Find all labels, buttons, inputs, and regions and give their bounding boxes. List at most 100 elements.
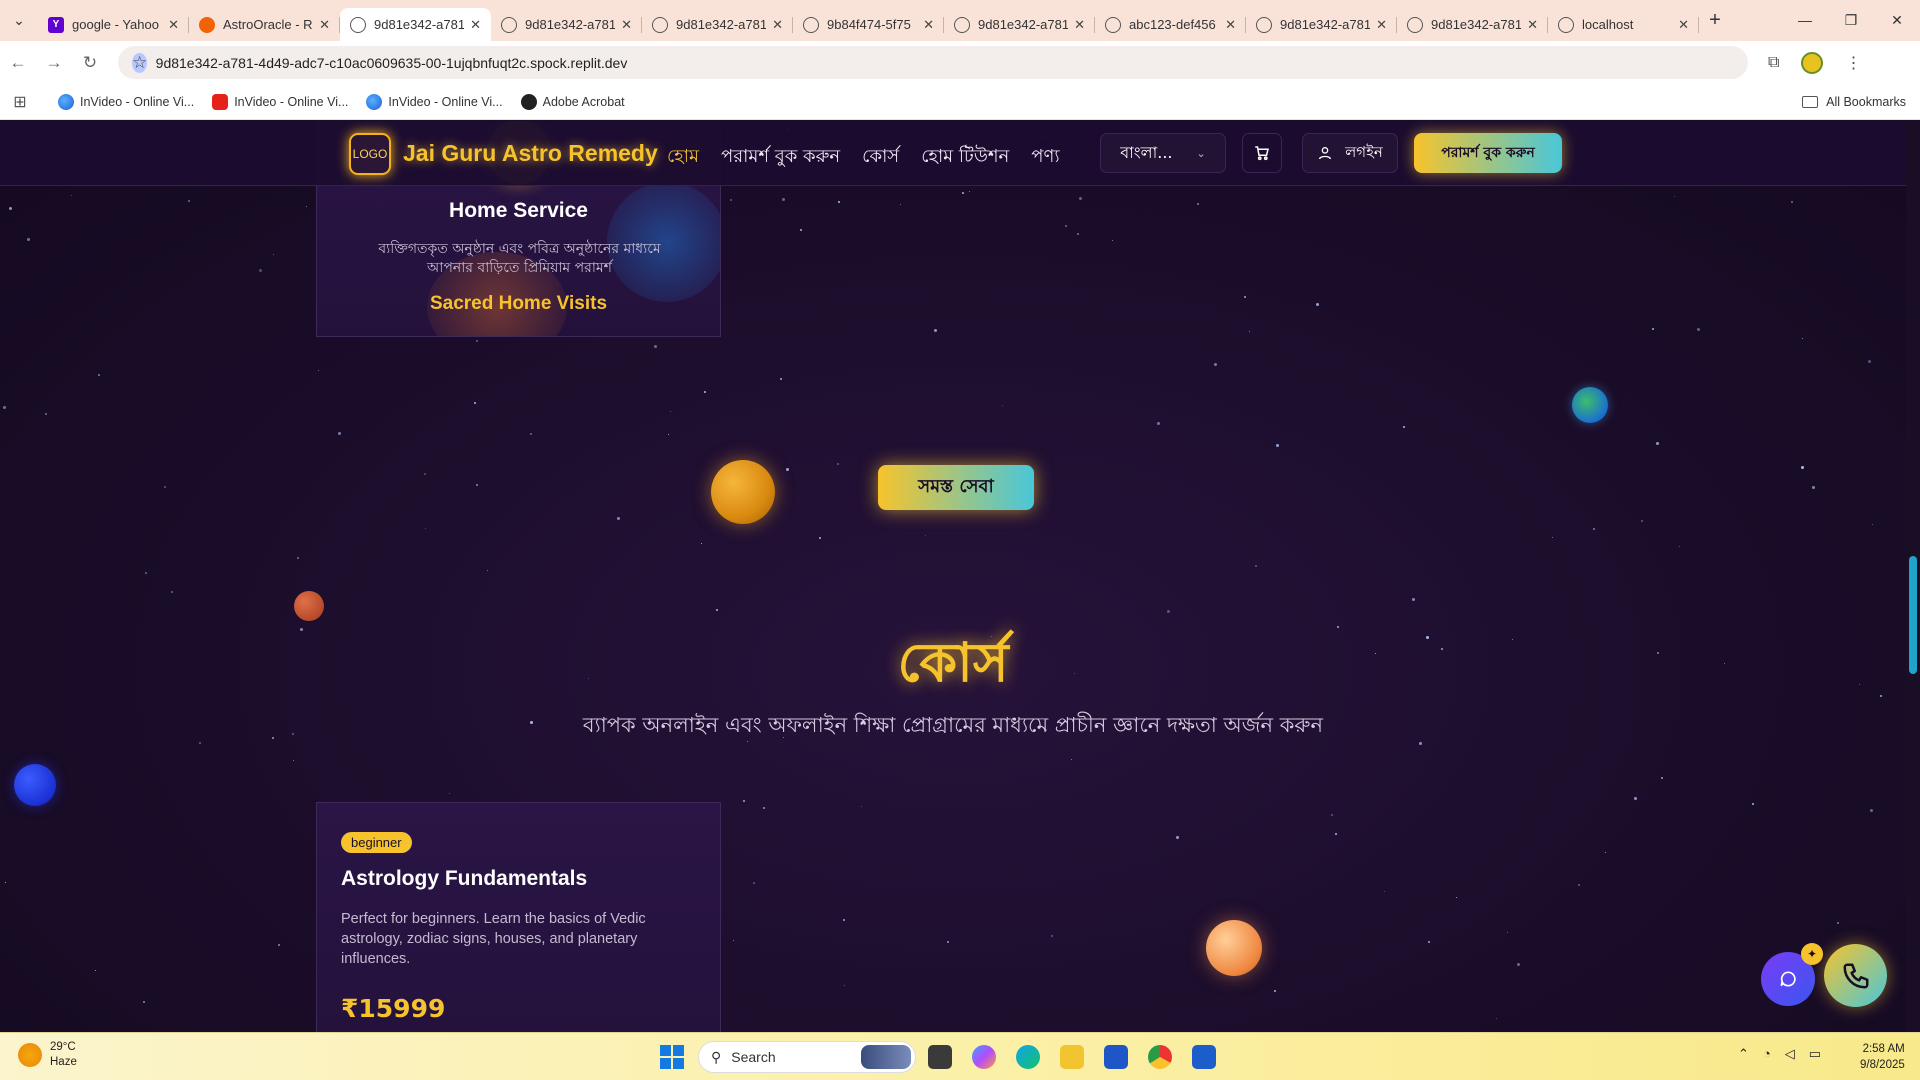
battery-icon[interactable]: ▭: [1809, 1046, 1821, 1062]
weather-widget[interactable]: 29°C Haze: [18, 1040, 77, 1070]
edge-icon[interactable]: [1016, 1045, 1040, 1069]
invideo-icon: [366, 93, 383, 110]
tab-search-dropdown-icon[interactable]: ⌄: [0, 0, 38, 41]
system-clock[interactable]: 2:58 AM 9/8/2025: [1860, 1041, 1905, 1073]
all-bookmarks-button[interactable]: All Bookmarks: [1802, 95, 1906, 109]
tab-close-icon[interactable]: ✕: [772, 17, 783, 33]
chrome-icon[interactable]: [1148, 1045, 1172, 1069]
windows-start-icon[interactable]: [660, 1045, 684, 1069]
nav-item-home[interactable]: হোম: [667, 142, 699, 173]
cart-button[interactable]: [1242, 133, 1282, 173]
copilot-icon[interactable]: [972, 1045, 996, 1069]
star-dot: [27, 238, 30, 241]
minimize-button[interactable]: —: [1782, 12, 1828, 29]
star-dot: [780, 378, 782, 380]
nav-item-book-consultation[interactable]: পরামর্শ বুক করুন: [721, 142, 840, 173]
starfield-background: [0, 121, 1920, 1032]
clock-date: 9/8/2025: [1860, 1059, 1905, 1071]
star-dot: [424, 473, 426, 475]
store-icon[interactable]: [1104, 1045, 1128, 1069]
tab-title: abc123-def456: [1129, 17, 1216, 32]
restore-button[interactable]: ❐: [1828, 12, 1874, 29]
bookmark-item[interactable]: InVideo - Online Vi...: [58, 93, 195, 110]
star-dot: [654, 345, 657, 348]
bookmark-star-icon[interactable]: ☆: [132, 52, 148, 73]
browser-tab[interactable]: 9b84f474-5f75 ✕: [793, 8, 944, 41]
wifi-icon[interactable]: ◔: [1763, 1046, 1771, 1062]
browser-tab[interactable]: 9d81e342-a781 ✕: [340, 8, 491, 41]
brand-name[interactable]: Jai Guru Astro Remedy: [403, 140, 658, 167]
url-text[interactable]: 9d81e342-a781-4d49-adc7-c10ac0609635-00-…: [156, 55, 628, 71]
search-placeholder: Search: [731, 1049, 776, 1065]
call-button[interactable]: [1824, 944, 1887, 1007]
course-card[interactable]: beginner Astrology Fundamentals Perfect …: [316, 802, 721, 1032]
profile-avatar[interactable]: [1801, 51, 1824, 74]
url-bar[interactable]: ⚙ 9d81e342-a781-4d49-adc7-c10ac0609635-0…: [118, 46, 1748, 79]
bookmark-item[interactable]: Adobe Acrobat: [520, 93, 625, 110]
star-dot: [318, 370, 319, 371]
back-button[interactable]: ←: [0, 53, 36, 73]
browser-tab[interactable]: 9d81e342-a781 ✕: [944, 8, 1095, 41]
chevron-up-icon[interactable]: ⌃: [1738, 1046, 1749, 1062]
reload-button[interactable]: ↻: [72, 53, 108, 73]
star-dot: [617, 517, 620, 520]
browser-tab[interactable]: abc123-def456 ✕: [1095, 8, 1246, 41]
star-dot: [753, 882, 755, 884]
browser-tab[interactable]: AstroOracle - R ✕: [189, 8, 340, 41]
extensions-icon[interactable]: ⧉: [1768, 54, 1779, 72]
tab-close-icon[interactable]: ✕: [923, 17, 934, 33]
taskbar-search[interactable]: ⚲ Search: [698, 1041, 916, 1073]
browser-tab[interactable]: localhost ✕: [1548, 8, 1699, 41]
star-dot: [1517, 963, 1520, 966]
bookmark-item[interactable]: InVideo - Online Vi...: [366, 93, 503, 110]
star-dot: [278, 944, 280, 946]
browser-tab[interactable]: 9d81e342-a781 ✕: [1397, 8, 1548, 41]
bookmark-label: InVideo - Online Vi...: [80, 94, 195, 109]
course-title: Astrology Fundamentals: [341, 867, 588, 890]
browser-tab[interactable]: 9d81e342-a781 ✕: [1246, 8, 1397, 41]
star-dot: [1335, 833, 1337, 835]
globe-icon: [652, 16, 668, 33]
bookmark-item[interactable]: InVideo - Online Vi...: [212, 93, 348, 110]
star-dot: [1112, 240, 1113, 241]
tab-close-icon[interactable]: ✕: [470, 17, 481, 33]
search-icon: ⚲: [711, 1048, 722, 1065]
book-consultation-button[interactable]: পরামর্শ বুক করুন: [1414, 133, 1562, 173]
tab-close-icon[interactable]: ✕: [1376, 17, 1387, 33]
site-logo[interactable]: LOGO: [349, 133, 391, 175]
tab-close-icon[interactable]: ✕: [319, 17, 330, 33]
tab-close-icon[interactable]: ✕: [1678, 17, 1689, 33]
nav-item-home-tuition[interactable]: হোম টিউশন: [921, 142, 1009, 173]
star-dot: [259, 269, 262, 272]
new-tab-button[interactable]: +: [1699, 9, 1731, 32]
tab-close-icon[interactable]: ✕: [1074, 17, 1085, 33]
nav-item-products[interactable]: পণ্য: [1031, 142, 1059, 173]
file-explorer-icon[interactable]: [1060, 1045, 1084, 1069]
tab-close-icon[interactable]: ✕: [168, 17, 179, 33]
apps-grid-icon[interactable]: ⊞: [0, 92, 40, 112]
word-icon[interactable]: [1192, 1045, 1216, 1069]
star-dot: [701, 543, 702, 544]
close-window-button[interactable]: ✕: [1874, 12, 1920, 29]
browser-tab[interactable]: 9d81e342-a781 ✕: [491, 8, 642, 41]
all-services-button[interactable]: সমস্ত সেবা: [878, 465, 1034, 510]
volume-icon[interactable]: ◁: [1785, 1046, 1795, 1062]
tab-close-icon[interactable]: ✕: [621, 17, 632, 33]
language-select[interactable]: বাংলা... ⌄: [1100, 133, 1226, 173]
tab-close-icon[interactable]: ✕: [1527, 17, 1538, 33]
forward-button[interactable]: →: [36, 53, 72, 73]
tab-title: localhost: [1582, 17, 1634, 32]
browser-tab[interactable]: 9d81e342-a781 ✕: [642, 8, 793, 41]
task-view-icon[interactable]: [928, 1045, 952, 1069]
nav-item-courses[interactable]: কোর্স: [862, 142, 899, 173]
star-dot: [1674, 196, 1675, 197]
scrollbar-thumb[interactable]: [1909, 556, 1917, 674]
star-dot: [98, 374, 100, 376]
login-button[interactable]: লগইন: [1302, 133, 1398, 173]
browser-menu-icon[interactable]: ⋮: [1845, 53, 1861, 73]
tab-close-icon[interactable]: ✕: [1225, 17, 1236, 33]
page-scrollbar[interactable]: [1906, 121, 1920, 1032]
star-dot: [838, 201, 840, 203]
page-viewport: Home Service ব্যক্তিগতকৃত অনুষ্ঠান এবং প…: [0, 121, 1920, 1032]
browser-tab[interactable]: Ygoogle - Yahoo ✕: [38, 8, 189, 41]
